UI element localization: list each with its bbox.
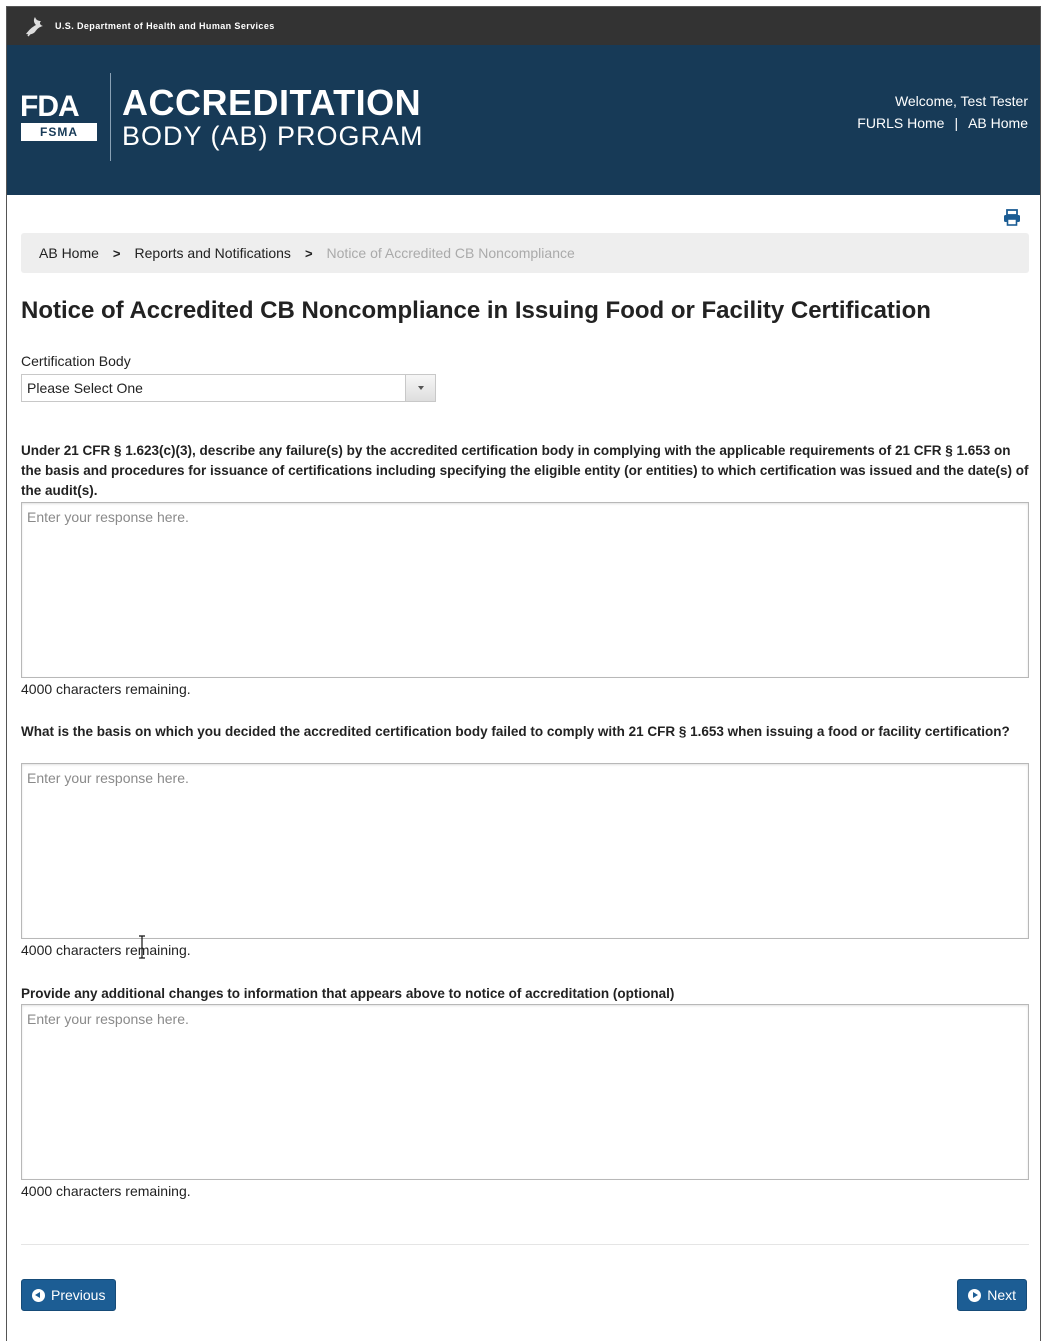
program-subtitle: BODY (AB) PROGRAM: [122, 121, 424, 151]
previous-button-label: Previous: [51, 1287, 106, 1303]
text-cursor-icon: [139, 935, 145, 959]
failure-description-chars-remaining: 4000 characters remaining.: [21, 681, 191, 697]
chevron-right-icon: >: [112, 245, 121, 261]
certification-body-selected-value: Please Select One: [27, 380, 143, 396]
form-divider: [21, 1244, 1029, 1245]
print-icon[interactable]: [1003, 209, 1021, 226]
program-banner: FDA FSMA ACCREDITATION BODY (AB) PROGRAM…: [7, 45, 1040, 195]
additional-changes-chars-remaining: 4000 characters remaining.: [21, 1183, 191, 1199]
page-frame: U.S. Department of Health and Human Serv…: [6, 6, 1041, 1341]
welcome-text: Welcome, Test Tester: [894, 93, 1028, 109]
failure-description-textarea[interactable]: [21, 502, 1029, 678]
next-button-label: Next: [987, 1287, 1016, 1303]
next-button[interactable]: Next: [957, 1279, 1027, 1311]
certification-body-label: Certification Body: [21, 353, 131, 369]
noncompliance-basis-chars-remaining: 4000 characters remaining.: [21, 942, 191, 958]
additional-changes-question: Provide any additional changes to inform…: [21, 986, 675, 1001]
additional-changes-textarea[interactable]: [21, 1004, 1029, 1180]
hhs-text: U.S. Department of Health and Human Serv…: [55, 21, 275, 31]
breadcrumb-reports-notifications[interactable]: Reports and Notifications: [135, 245, 291, 261]
breadcrumb-ab-home[interactable]: AB Home: [39, 245, 99, 261]
breadcrumb: AB Home > Reports and Notifications > No…: [21, 233, 1029, 273]
program-title: ACCREDITATION: [122, 82, 422, 123]
breadcrumb-current-page: Notice of Accredited CB Noncompliance: [326, 245, 575, 261]
fsma-logo-text: FSMA: [21, 123, 97, 141]
banner-divider: [110, 73, 111, 161]
circle-arrow-left-icon: [32, 1288, 45, 1302]
furls-home-link[interactable]: FURLS Home: [857, 115, 944, 131]
header-link-separator: |: [954, 115, 959, 131]
ab-home-link[interactable]: AB Home: [968, 115, 1028, 131]
certification-body-select[interactable]: Please Select One: [21, 374, 436, 402]
header-links: FURLS Home | AB Home: [857, 115, 1028, 131]
hhs-top-bar: U.S. Department of Health and Human Serv…: [7, 7, 1040, 45]
page-title: Notice of Accredited CB Noncompliance in…: [21, 297, 931, 324]
caret-down-icon: [405, 375, 435, 401]
failure-description-question: Under 21 CFR § 1.623(c)(3), describe any…: [21, 443, 1029, 498]
hhs-eagle-icon: [26, 17, 43, 37]
previous-button[interactable]: Previous: [21, 1279, 117, 1311]
noncompliance-basis-question: What is the basis on which you decided t…: [21, 724, 1010, 739]
circle-arrow-right-icon: [968, 1288, 982, 1302]
noncompliance-basis-textarea[interactable]: [21, 763, 1029, 939]
chevron-right-icon: >: [304, 245, 313, 261]
fda-logo-text: FDA: [20, 90, 80, 123]
fda-fsma-logo: FDA FSMA: [20, 92, 98, 144]
